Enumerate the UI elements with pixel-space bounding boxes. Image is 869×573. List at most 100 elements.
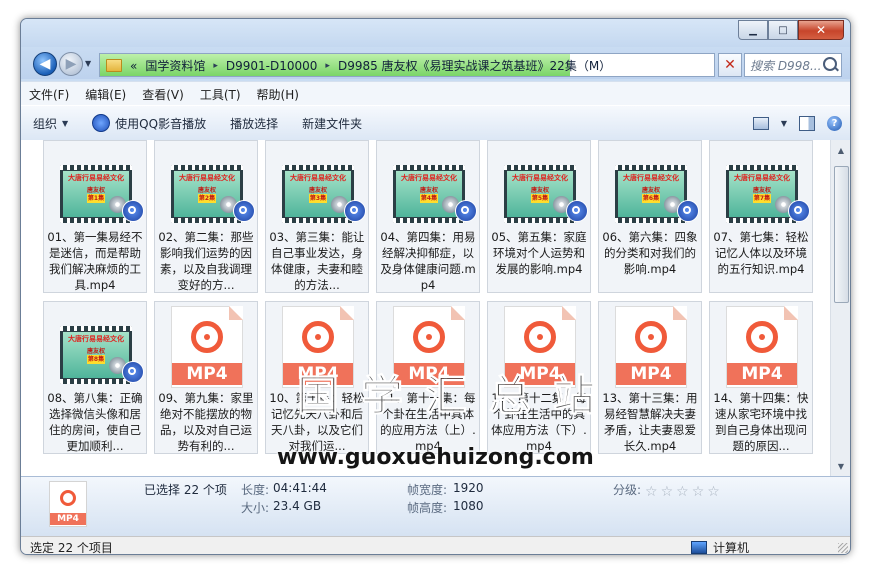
file-name: 03、第三集：能让自己事业发达，身体健康，夫妻和睦的方法...: [269, 230, 365, 292]
crumb-item[interactable]: 国学资料馆: [145, 57, 205, 74]
file-item[interactable]: 大唐行易易经文化 唐友权 第3集 03、第三集：能让自己事业发达，身体健康，夫妻和睦…: [265, 140, 369, 293]
search-icon[interactable]: [823, 57, 837, 71]
frame-height-label: 帧高度:: [407, 501, 448, 515]
navigation-bar: ◀ ▶ ▼ « 国学资料馆 ▸ D9901-D10000 ▸ D9985 唐友权…: [21, 47, 850, 79]
close-button[interactable]: ✕: [798, 20, 844, 40]
star-icon[interactable]: ☆: [676, 485, 689, 499]
recent-pages-dropdown[interactable]: ▼: [85, 59, 91, 68]
scroll-down-icon[interactable]: ▼: [831, 458, 850, 474]
view-options-chevron-icon[interactable]: ▼: [781, 119, 787, 128]
menu-tools[interactable]: 工具(T): [192, 86, 249, 103]
back-button[interactable]: ◀: [33, 52, 57, 76]
help-icon[interactable]: ?: [827, 115, 842, 131]
menu-edit[interactable]: 编辑(E): [77, 86, 134, 103]
crumb-separator-icon[interactable]: ▸: [213, 61, 218, 71]
new-folder-button[interactable]: 新建文件夹: [290, 106, 374, 140]
scroll-up-icon[interactable]: ▲: [831, 142, 850, 158]
file-name: 01、第一集易经不是迷信，而是帮助我们解决麻烦的工具.mp4: [47, 230, 143, 292]
qq-player-badge-icon: [233, 200, 255, 222]
frame-width-label: 帧宽度:: [407, 483, 448, 497]
file-list: 大唐行易易经文化 唐友权 第1集 01、第一集易经不是迷信，而是帮助我们解决麻烦的工…: [21, 140, 830, 476]
selection-count: 已选择 22 个项: [144, 483, 227, 497]
frame-height-value: 1080: [453, 499, 484, 513]
qq-player-badge-icon: [455, 200, 477, 222]
video-thumbnail: 大唐行易易经文化 唐友权 第7集: [726, 165, 798, 223]
mp4-file-icon: MP4: [726, 306, 798, 388]
file-item[interactable]: 大唐行易易经文化 唐友权 第4集 04、第四集：用易经解决抑郁症，以及身体健康问题.…: [376, 140, 480, 293]
file-item[interactable]: 大唐行易易经文化 唐友权 第6集 06、第六集：四象的分类和对我们的影响.mp4: [598, 140, 702, 293]
file-item[interactable]: 大唐行易易经文化 唐友权 第7集 07、第七集：轻松记忆人体以及环境的五行知识.mp…: [709, 140, 813, 293]
menu-help[interactable]: 帮助(H): [249, 86, 307, 103]
forward-button[interactable]: ▶: [59, 52, 83, 76]
qq-player-badge-icon: [566, 200, 588, 222]
qq-player-badge-icon: [122, 200, 144, 222]
stop-loading-button[interactable]: ✕: [718, 53, 742, 77]
video-thumbnail: 大唐行易易经文化 唐友权 第2集: [171, 165, 243, 223]
file-name: 06、第六集：四象的分类和对我们的影响.mp4: [602, 230, 698, 276]
menu-view[interactable]: 查看(V): [134, 86, 192, 103]
organize-button[interactable]: 组织 ▼: [21, 106, 80, 140]
title-bar: ▁ □ ✕: [21, 19, 850, 47]
toolbar-right: ▼ ?: [752, 106, 842, 140]
resize-grip[interactable]: [838, 543, 848, 553]
watermark-text: 国学汇总站: [296, 371, 618, 421]
computer-icon: [691, 541, 707, 554]
video-thumbnail: 大唐行易易经文化 唐友权 第4集: [393, 165, 465, 223]
status-zone: 计算机: [691, 539, 750, 555]
command-bar: 组织 ▼ 使用QQ影音播放 播放选择 新建文件夹 ▼ ?: [21, 105, 850, 141]
file-name: 04、第四集：用易经解决抑郁症，以及身体健康问题.mp4: [380, 230, 476, 292]
file-item[interactable]: 大唐行易易经文化 唐友权 第5集 05、第五集：家庭环境对个人运势和发展的影响.mp…: [487, 140, 591, 293]
explorer-window: ▁ □ ✕ ◀ ▶ ▼ « 国学资料馆 ▸ D9901-D10000 ▸ D99…: [20, 18, 851, 555]
video-thumbnail: 大唐行易易经文化 唐友权 第6集: [615, 165, 687, 223]
star-icon[interactable]: ☆: [645, 485, 658, 499]
qq-player-badge-icon: [677, 200, 699, 222]
vertical-scrollbar[interactable]: ▲ ▼: [830, 140, 850, 476]
address-bar[interactable]: « 国学资料馆 ▸ D9901-D10000 ▸ D9985 唐友权《易理实战课…: [99, 53, 715, 77]
crumb-overflow[interactable]: «: [130, 59, 137, 73]
scrollbar-thumb[interactable]: [834, 166, 849, 303]
file-name: 02、第二集：那些影响我们运势的因素，以及自我调理变好的方...: [158, 230, 254, 292]
status-text: 选定 22 个项目: [30, 541, 113, 555]
menu-bar: 文件(F) 编辑(E) 查看(V) 工具(T) 帮助(H): [21, 81, 850, 106]
mp4-file-icon: MP4: [171, 306, 243, 388]
play-selection-button[interactable]: 播放选择: [218, 106, 290, 140]
file-item[interactable]: 大唐行易易经文化 唐友权 第8集 08、第八集：正确选择微信头像和居住的房间，使自己…: [43, 301, 147, 454]
breadcrumb: « 国学资料馆 ▸ D9901-D10000 ▸ D9985 唐友权《易理实战课…: [106, 57, 611, 74]
maximize-button[interactable]: □: [768, 20, 798, 40]
duration-value: 04:41:44: [273, 481, 327, 495]
preview-pane-icon[interactable]: [799, 115, 815, 131]
details-pane: MP4 已选择 22 个项 长度: 04:41:44 大小: 23.4 GB 帧…: [21, 476, 850, 537]
qq-player-badge-icon: [344, 200, 366, 222]
qq-player-icon: [92, 114, 111, 132]
change-view-icon[interactable]: [752, 116, 769, 130]
video-thumbnail: 大唐行易易经文化 唐友权 第8集: [60, 326, 132, 384]
menu-file[interactable]: 文件(F): [21, 86, 77, 103]
status-bar: 选定 22 个项目 计算机: [21, 536, 850, 555]
crumb-item-current[interactable]: D9985 唐友权《易理实战课之筑基班》22集（M）: [338, 57, 611, 74]
rating-label: 分级:: [613, 483, 642, 497]
file-item[interactable]: MP4 09、第九集：家里绝对不能摆放的物品，以及对自己运势有利的...: [154, 301, 258, 454]
file-item[interactable]: 大唐行易易经文化 唐友权 第2集 02、第二集：那些影响我们运势的因素，以及自我调理…: [154, 140, 258, 293]
play-with-qq-button[interactable]: 使用QQ影音播放: [80, 106, 218, 140]
chevron-down-icon: ▼: [62, 118, 69, 128]
file-item[interactable]: 大唐行易易经文化 唐友权 第1集 01、第一集易经不是迷信，而是帮助我们解决麻烦的工…: [43, 140, 147, 293]
status-zone-label: 计算机: [713, 541, 750, 555]
star-icon[interactable]: ☆: [707, 485, 720, 499]
file-name: 08、第八集：正确选择微信头像和居住的房间，使自己更加顺利...: [47, 391, 143, 453]
file-item[interactable]: MP4 14、第十四集：快速从家宅环境中找到自己身体出现问题的原因...: [709, 301, 813, 454]
crumb-item[interactable]: D9901-D10000: [226, 59, 318, 73]
video-thumbnail: 大唐行易易经文化 唐友权 第3集: [282, 165, 354, 223]
new-folder-label: 新建文件夹: [302, 116, 363, 131]
rating-stars[interactable]: ☆ ☆ ☆ ☆ ☆: [645, 485, 720, 499]
file-name: 07、第七集：轻松记忆人体以及环境的五行知识.mp4: [713, 230, 809, 276]
star-icon[interactable]: ☆: [661, 485, 674, 499]
crumb-separator-icon[interactable]: ▸: [325, 61, 330, 71]
minimize-button[interactable]: ▁: [738, 20, 768, 40]
file-name: 09、第九集：家里绝对不能摆放的物品，以及对自己运势有利的...: [158, 391, 254, 453]
search-placeholder: 搜索 D998...: [750, 59, 822, 73]
duration-label: 长度:: [241, 483, 270, 497]
star-icon[interactable]: ☆: [692, 485, 705, 499]
search-input[interactable]: 搜索 D998...: [744, 53, 842, 77]
qq-player-badge-icon: [788, 200, 810, 222]
size-label: 大小:: [241, 501, 270, 515]
